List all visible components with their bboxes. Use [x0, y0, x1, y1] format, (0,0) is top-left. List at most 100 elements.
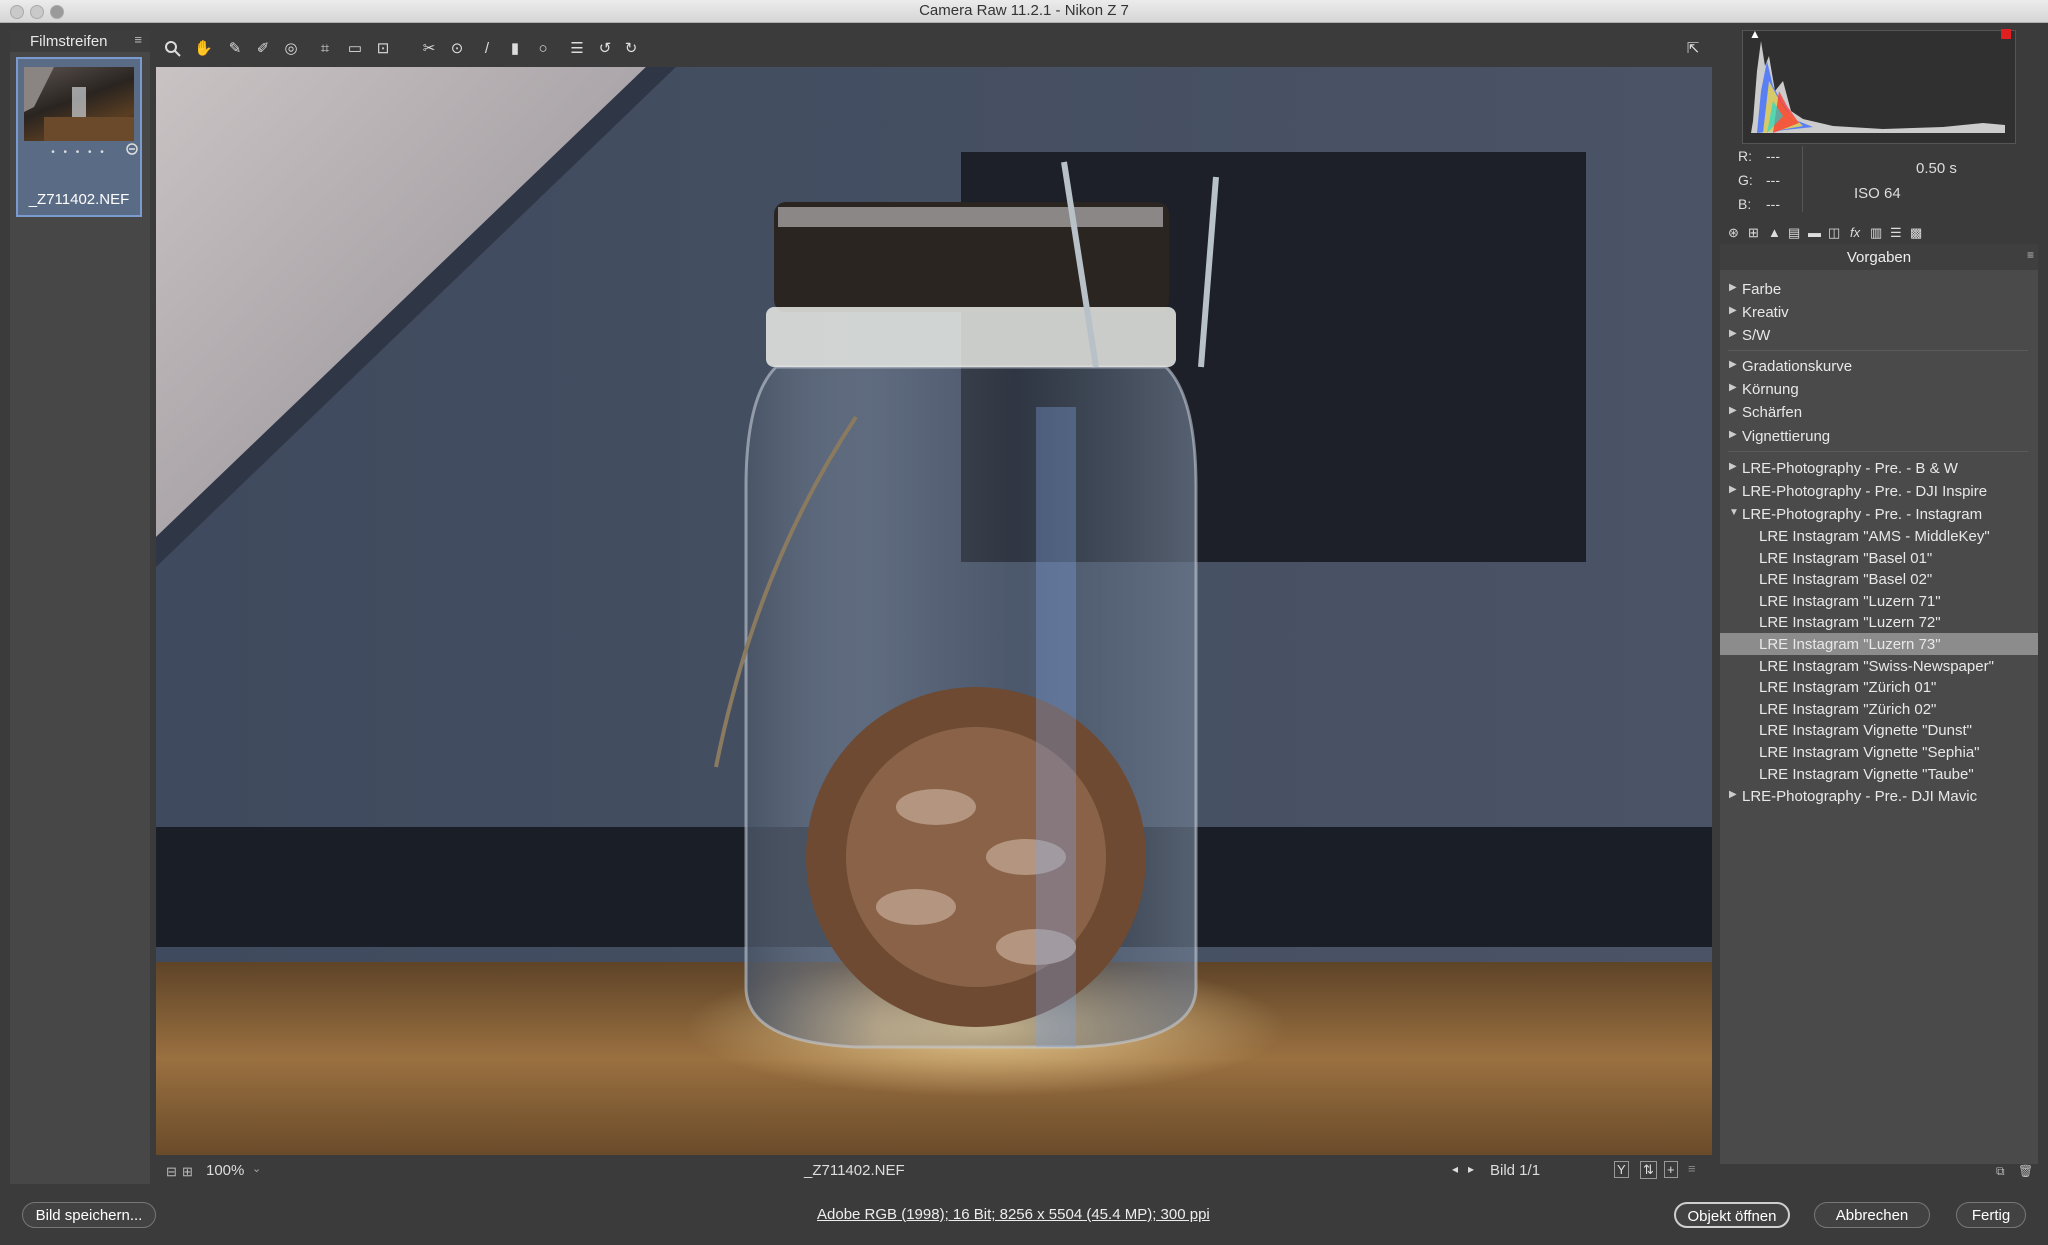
preset-group[interactable]: ▶ LRE-Photography - Pre. - DJI Inspire: [1720, 480, 2038, 502]
preset-group[interactable]: ▶ S/W: [1720, 324, 2038, 346]
window-title: Camera Raw 11.2.1 - Nikon Z 7: [919, 2, 1129, 19]
expand-arrow-icon: ▶: [1729, 382, 1737, 393]
preset-item[interactable]: LRE Instagram "Luzern 71": [1720, 590, 2038, 612]
presets-panel: Vorgaben ≡ ▶ Farbe ▶ Kreativ ▶ S/W ▶ Gradati…: [1720, 244, 2038, 1178]
preset-group[interactable]: ▶ Gradationskurve: [1720, 355, 2038, 377]
preset-group[interactable]: ▶ Schärfen: [1720, 401, 2038, 423]
iso-value: ISO 64: [1854, 185, 1901, 202]
white-balance-icon[interactable]: ✎: [226, 40, 244, 58]
open-object-button[interactable]: Objekt öffnen: [1674, 1202, 1790, 1228]
swap-before-after-icon[interactable]: ⇅: [1640, 1161, 1657, 1179]
filmstrip-menu-icon[interactable]: ≡: [134, 32, 142, 47]
zoom-icon[interactable]: [164, 40, 182, 58]
highlight-clipping-icon[interactable]: [2001, 29, 2011, 39]
before-after-icon[interactable]: Y: [1614, 1161, 1629, 1178]
radial-filter-icon[interactable]: ○: [534, 40, 552, 58]
next-image-icon[interactable]: ▸: [1468, 1162, 1474, 1176]
rating-stars[interactable]: • • • • •: [18, 147, 140, 158]
new-preset-icon[interactable]: ⧉: [1996, 1164, 2005, 1179]
rotate-left-icon[interactable]: ↺: [596, 40, 614, 58]
cancel-button[interactable]: Abbrechen: [1814, 1202, 1930, 1228]
preset-group[interactable]: ▶ Körnung: [1720, 378, 2038, 400]
image-preview[interactable]: [156, 67, 1712, 1155]
tone-curve-tab-icon[interactable]: ⊞: [1748, 225, 1759, 241]
delete-preset-icon[interactable]: 🗑: [2018, 1164, 2033, 1178]
workflow-options-link[interactable]: Adobe RGB (1998); 16 Bit; 8256 x 5504 (4…: [817, 1206, 1210, 1223]
preset-group[interactable]: ▶ LRE-Photography - Pre. - B & W: [1720, 457, 2038, 479]
copy-settings-icon[interactable]: +: [1664, 1161, 1678, 1178]
done-button[interactable]: Fertig: [1956, 1202, 2026, 1228]
snapshots-tab-icon[interactable]: ▩: [1910, 225, 1922, 241]
rgb-r-label: R:: [1738, 148, 1752, 164]
calibration-tab-icon[interactable]: ▥: [1870, 225, 1882, 241]
preset-group[interactable]: ▶ Vignettierung: [1720, 425, 2038, 447]
filmstrip-title: Filmstreifen: [30, 33, 108, 50]
collapse-arrow-icon: ▼: [1729, 507, 1739, 518]
expand-arrow-icon: ▶: [1729, 359, 1737, 370]
preset-group[interactable]: ▶ Farbe: [1720, 278, 2038, 300]
hsl-tab-icon[interactable]: ▤: [1788, 225, 1800, 241]
presets-header: Vorgaben ≡: [1720, 244, 2038, 270]
preferences-icon[interactable]: ☰: [568, 40, 586, 58]
lens-tab-icon[interactable]: ◫: [1828, 225, 1840, 241]
bottom-bar: Bild speichern... Adobe RGB (1998); 16 B…: [0, 1188, 2048, 1245]
preview-filename: _Z711402.NEF: [804, 1162, 905, 1179]
rgb-b-label: B:: [1738, 196, 1752, 212]
presets-tab-icon[interactable]: ☰: [1890, 225, 1902, 241]
expand-arrow-icon: ▶: [1729, 405, 1737, 416]
preset-item[interactable]: LRE Instagram "Basel 01": [1720, 547, 2038, 569]
preset-item[interactable]: LRE Instagram Vignette "Dunst": [1720, 719, 2038, 741]
shadow-clipping-icon[interactable]: ▲: [1749, 27, 1761, 41]
zoom-dropdown-icon[interactable]: ⌄: [252, 1162, 261, 1175]
graduated-filter-icon[interactable]: ▮: [506, 40, 524, 58]
preview-photo: [156, 67, 1712, 1155]
targeted-adjustment-icon[interactable]: ◎: [282, 40, 300, 58]
shutter-speed: 0.50 s: [1916, 160, 1957, 177]
expand-arrow-icon: ▶: [1729, 282, 1737, 293]
color-sampler-icon[interactable]: ✐: [254, 40, 272, 58]
image-counter: Bild 1/1: [1490, 1162, 1541, 1179]
preset-group-expanded[interactable]: ▼ LRE-Photography - Pre. - Instagram: [1720, 503, 2038, 525]
previous-image-icon[interactable]: ◂: [1452, 1162, 1458, 1176]
basic-tab-icon[interactable]: ⊛: [1728, 225, 1739, 241]
preset-group[interactable]: ▶ Kreativ: [1720, 301, 2038, 323]
toggle-settings-icon[interactable]: ≡: [1688, 1161, 1696, 1176]
filmstrip-thumbnail[interactable]: • • • • • _Z711402.NEF: [16, 57, 142, 217]
split-toning-tab-icon[interactable]: ▬: [1808, 225, 1821, 240]
spot-removal-icon[interactable]: ✂: [420, 40, 438, 58]
preset-group[interactable]: ▶ LRE-Photography - Pre.- DJI Mavic: [1720, 785, 2038, 807]
hand-icon[interactable]: ✋: [194, 40, 213, 58]
filmstrip-panel: Filmstreifen ≡ • • • • • _Z711402.NEF: [10, 30, 150, 1184]
presets-menu-icon[interactable]: ≡: [2027, 248, 2034, 262]
crop-icon[interactable]: ⌗: [316, 40, 334, 58]
straighten-icon[interactable]: ▭: [346, 40, 364, 58]
preset-item[interactable]: LRE Instagram "Zürich 02": [1720, 698, 2038, 720]
effects-tab-icon[interactable]: fx: [1850, 225, 1860, 240]
info-divider: [1802, 146, 1803, 212]
preview-status-bar: ⊟ ⊞ 100% ⌄ _Z711402.NEF ◂ ▸ Bild 1/1 Y ⇅…: [156, 1156, 1712, 1186]
preset-item[interactable]: LRE Instagram "Luzern 72": [1720, 611, 2038, 633]
preset-item-selected[interactable]: LRE Instagram "Luzern 73": [1720, 633, 2038, 655]
detail-tab-icon[interactable]: ▲: [1768, 225, 1781, 240]
rotate-right-icon[interactable]: ↻: [622, 40, 640, 58]
save-image-button[interactable]: Bild speichern...: [22, 1202, 156, 1228]
preset-item[interactable]: LRE Instagram "Zürich 01": [1720, 676, 2038, 698]
preset-item[interactable]: LRE Instagram "Swiss-Newspaper": [1720, 655, 2038, 677]
red-eye-icon[interactable]: ⊙: [448, 40, 466, 58]
preset-item[interactable]: LRE Instagram Vignette "Sephia": [1720, 741, 2038, 763]
expand-arrow-icon: ▶: [1729, 461, 1737, 472]
filmstrip-header: Filmstreifen ≡: [10, 30, 150, 52]
zoom-in-icon[interactable]: ⊞: [182, 1164, 193, 1180]
adjustment-brush-icon[interactable]: /: [478, 40, 496, 58]
preset-item[interactable]: LRE Instagram Vignette "Taube": [1720, 763, 2038, 785]
zoom-level[interactable]: 100%: [206, 1162, 244, 1179]
preset-item[interactable]: LRE Instagram "AMS - MiddleKey": [1720, 525, 2038, 547]
transform-icon[interactable]: ⊡: [374, 40, 392, 58]
rgb-g-value: ---: [1766, 172, 1780, 188]
preset-item[interactable]: LRE Instagram "Basel 02": [1720, 568, 2038, 590]
fullscreen-icon[interactable]: ⇱: [1684, 40, 1702, 58]
title-bar: Camera Raw 11.2.1 - Nikon Z 7: [0, 0, 2048, 23]
zoom-out-icon[interactable]: ⊟: [166, 1164, 177, 1180]
rgb-r-value: ---: [1766, 148, 1780, 164]
rgb-b-value: ---: [1766, 196, 1780, 212]
